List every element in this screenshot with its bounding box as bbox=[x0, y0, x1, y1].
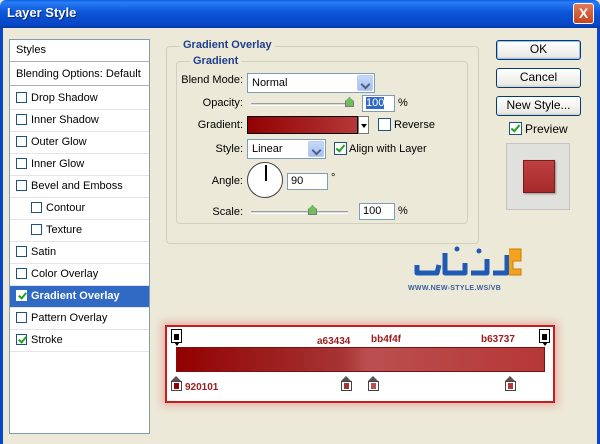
gradient-bar[interactable] bbox=[176, 347, 545, 372]
style-item-label: Pattern Overlay bbox=[31, 312, 108, 324]
style-item-checkbox[interactable] bbox=[31, 202, 42, 213]
style-item-checkbox[interactable] bbox=[16, 334, 27, 345]
scale-unit: % bbox=[398, 205, 408, 217]
style-item-color-overlay[interactable]: Color Overlay bbox=[10, 264, 149, 286]
style-item-checkbox[interactable] bbox=[31, 224, 42, 235]
angle-unit: ° bbox=[331, 172, 336, 184]
gradient-swatch[interactable] bbox=[247, 116, 358, 134]
color-stop-end[interactable] bbox=[505, 376, 516, 391]
opacity-input[interactable]: 100 bbox=[362, 95, 395, 112]
close-button[interactable]: X bbox=[573, 3, 594, 24]
angle-dial[interactable] bbox=[247, 162, 283, 198]
watermark-url: WWW.NEW-STYLE.WS/VB bbox=[408, 285, 502, 292]
style-item-checkbox[interactable] bbox=[16, 136, 27, 147]
blend-mode-value: Normal bbox=[252, 77, 288, 89]
gradient-editor-panel: a63434 bb4f4f b63737 920101 bbox=[165, 325, 555, 403]
style-item-label: Stroke bbox=[31, 334, 63, 346]
style-item-checkbox[interactable] bbox=[16, 246, 27, 257]
reverse-checkbox[interactable] bbox=[378, 118, 391, 131]
opacity-unit: % bbox=[398, 97, 408, 109]
align-with-layer-checkbox[interactable] bbox=[334, 142, 347, 155]
watermark-logo bbox=[414, 246, 522, 276]
opacity-slider-track[interactable] bbox=[251, 103, 351, 106]
color-stop-start[interactable] bbox=[171, 376, 182, 391]
color-label-mid2: bb4f4f bbox=[371, 334, 401, 345]
style-item-checkbox[interactable] bbox=[16, 114, 27, 125]
gradient-label: Gradient: bbox=[197, 119, 243, 131]
preview-thumbnail bbox=[506, 143, 570, 210]
style-item-checkbox[interactable] bbox=[16, 290, 27, 301]
title-bar: Layer Style X bbox=[0, 0, 600, 28]
style-item-label: Inner Glow bbox=[31, 158, 85, 170]
cancel-button[interactable]: Cancel bbox=[496, 68, 581, 88]
styles-header[interactable]: Styles bbox=[10, 40, 149, 62]
opacity-stop-right[interactable] bbox=[539, 329, 550, 346]
gradient-dropdown-arrow[interactable] bbox=[358, 116, 369, 134]
style-item-label: Color Overlay bbox=[31, 268, 99, 280]
style-item-label: Inner Shadow bbox=[31, 114, 99, 126]
styles-list: Styles Blending Options: Default Drop Sh… bbox=[9, 39, 150, 434]
style-item-satin[interactable]: Satin bbox=[10, 242, 149, 264]
preview-checkbox[interactable] bbox=[509, 122, 522, 135]
opacity-label: Opacity: bbox=[202, 97, 243, 109]
preview-label: Preview bbox=[525, 122, 568, 136]
angle-label: Angle: bbox=[211, 175, 243, 187]
style-item-label: Gradient Overlay bbox=[31, 290, 120, 302]
color-label-end: b63737 bbox=[481, 334, 515, 345]
style-item-outer-glow[interactable]: Outer Glow bbox=[10, 132, 149, 154]
style-item-label: Outer Glow bbox=[31, 136, 87, 148]
style-item-texture[interactable]: Texture bbox=[10, 220, 149, 242]
reverse-label: Reverse bbox=[394, 119, 435, 131]
style-item-gradient-overlay[interactable]: Gradient Overlay bbox=[10, 286, 149, 308]
style-item-label: Drop Shadow bbox=[31, 92, 98, 104]
style-value: Linear bbox=[252, 143, 283, 155]
ok-button[interactable]: OK bbox=[496, 40, 581, 60]
style-label: Style: bbox=[215, 143, 243, 155]
style-item-contour[interactable]: Contour bbox=[10, 198, 149, 220]
opacity-value: 100 bbox=[366, 97, 385, 109]
chevron-down-icon bbox=[308, 141, 324, 157]
style-item-label: Contour bbox=[46, 202, 86, 214]
style-item-stroke[interactable]: Stroke bbox=[10, 330, 149, 352]
gradient-overlay-title: Gradient Overlay bbox=[180, 39, 275, 51]
align-with-layer-label: Align with Layer bbox=[349, 143, 427, 155]
style-item-checkbox[interactable] bbox=[16, 312, 27, 323]
style-item-pattern-overlay[interactable]: Pattern Overlay bbox=[10, 308, 149, 330]
opacity-stop-left[interactable] bbox=[171, 329, 182, 346]
style-item-checkbox[interactable] bbox=[16, 268, 27, 279]
blend-mode-select[interactable]: Normal bbox=[247, 73, 375, 93]
preview-swatch bbox=[523, 160, 555, 193]
style-item-label: Satin bbox=[31, 246, 57, 258]
style-item-label: Texture bbox=[46, 224, 83, 236]
style-item-bevel-and-emboss[interactable]: Bevel and Emboss bbox=[10, 176, 149, 198]
style-item-inner-glow[interactable]: Inner Glow bbox=[10, 154, 149, 176]
scale-input[interactable]: 100 bbox=[359, 203, 395, 220]
style-item-label: Bevel and Emboss bbox=[31, 180, 123, 192]
chevron-down-icon bbox=[357, 75, 373, 91]
style-item-inner-shadow[interactable]: Inner Shadow bbox=[10, 110, 149, 132]
style-item-checkbox[interactable] bbox=[16, 180, 27, 191]
color-stop-mid2[interactable] bbox=[368, 376, 379, 391]
angle-needle bbox=[265, 165, 267, 181]
style-select[interactable]: Linear bbox=[247, 139, 326, 159]
color-label-mid1: a63434 bbox=[317, 336, 351, 347]
blend-mode-label: Blend Mode: bbox=[181, 74, 243, 86]
angle-input[interactable]: 90 bbox=[287, 173, 328, 190]
color-stop-mid1[interactable] bbox=[341, 376, 352, 391]
gradient-subgroup-title: Gradient bbox=[190, 55, 242, 67]
style-item-drop-shadow[interactable]: Drop Shadow bbox=[10, 88, 149, 110]
window-title: Layer Style bbox=[7, 5, 77, 20]
scale-slider-track[interactable] bbox=[251, 211, 348, 214]
style-item-checkbox[interactable] bbox=[16, 158, 27, 169]
scale-label: Scale: bbox=[212, 206, 243, 218]
color-label-start: 920101 bbox=[185, 382, 219, 393]
blending-options-item[interactable]: Blending Options: Default bbox=[10, 64, 149, 86]
new-style-button[interactable]: New Style... bbox=[496, 96, 581, 116]
style-item-checkbox[interactable] bbox=[16, 92, 27, 103]
